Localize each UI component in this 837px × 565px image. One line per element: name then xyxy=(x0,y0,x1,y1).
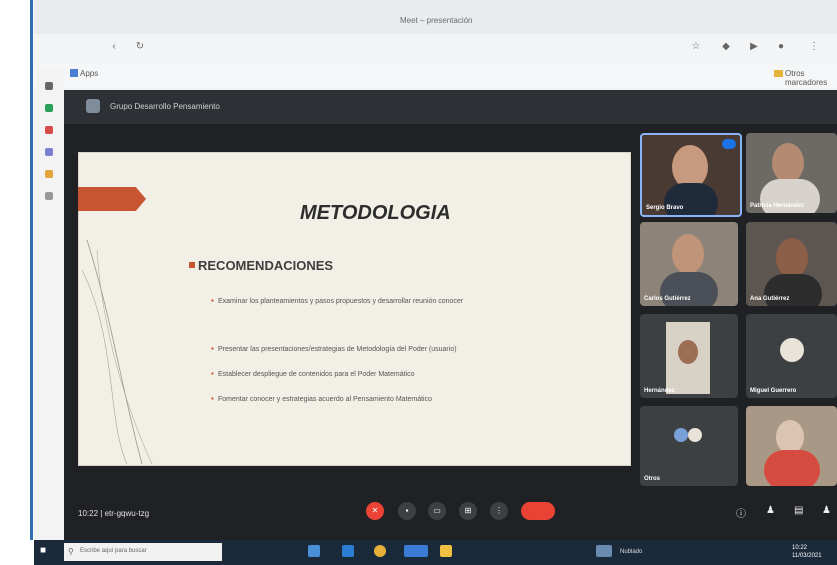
slide-bullet: Presentar las presentaciones/estrategias… xyxy=(218,346,457,353)
speaking-icon xyxy=(722,139,736,149)
slide-decoration xyxy=(82,240,153,464)
slide-bullet: Fomentar conocer y estrategias acuerdo a… xyxy=(218,396,432,403)
side-icon-strip xyxy=(36,70,64,540)
edge-icon[interactable] xyxy=(342,545,354,557)
taskbar-search-placeholder: Escribe aquí para buscar xyxy=(80,548,147,554)
bookmark-other[interactable]: Otros marcadores xyxy=(785,69,837,87)
url-field[interactable] xyxy=(190,44,350,52)
side-app-icon[interactable] xyxy=(45,126,53,134)
video-icon[interactable]: ▶ xyxy=(748,41,760,53)
apps-icon[interactable] xyxy=(70,69,78,77)
side-app-icon[interactable] xyxy=(45,148,53,156)
photo-edge-line xyxy=(30,0,33,540)
bookmarks-bar xyxy=(34,64,837,88)
browser-tab-title[interactable]: Meet – presentación xyxy=(400,16,473,25)
participant-tile[interactable]: Miguel Guerrero xyxy=(746,314,837,398)
participant-tile[interactable] xyxy=(746,406,837,486)
slide-subtitle: RECOMENDACIONES xyxy=(198,258,334,273)
weather-icon[interactable] xyxy=(596,545,612,557)
present-button[interactable]: ⊞ xyxy=(459,502,477,520)
search-icon: ⚲ xyxy=(68,547,74,556)
slide-bullet: Examinar los planteamientos y pasos prop… xyxy=(218,298,464,305)
task-view-icon[interactable] xyxy=(308,545,320,557)
explorer-icon[interactable] xyxy=(404,545,428,557)
participant-tile[interactable]: Sergio Bravo xyxy=(640,133,742,217)
weather-text: Nublado xyxy=(620,549,643,555)
slide-title: METODOLOGIA xyxy=(300,202,451,224)
back-icon[interactable]: ‹ xyxy=(108,41,120,53)
windows-start-icon[interactable]: ■ xyxy=(40,545,52,557)
star-icon[interactable]: ☆ xyxy=(690,41,702,53)
bullet-marker: ▪ xyxy=(211,344,214,353)
chrome-icon[interactable] xyxy=(374,545,386,557)
extension-icon[interactable]: ◆ xyxy=(720,41,732,53)
address-bar-area xyxy=(34,34,837,64)
activities-icon[interactable]: ♟ xyxy=(822,505,831,516)
end-call-button[interactable] xyxy=(521,502,555,520)
side-app-icon[interactable] xyxy=(45,192,53,200)
participant-name: Sergio Bravo xyxy=(646,205,684,211)
menu-icon[interactable]: ⋮ xyxy=(808,41,820,53)
chat-icon[interactable]: ▤ xyxy=(794,505,803,516)
meeting-time: 10:22 | etr-gqwu-tzg xyxy=(78,509,150,518)
participant-name: Miguel Guerrero xyxy=(750,388,797,394)
participant-tile[interactable]: Hernández xyxy=(640,314,738,398)
more-options-button[interactable]: ⋮ xyxy=(490,502,508,520)
participant-name: Carlos Gutiérrez xyxy=(644,296,691,302)
meeting-title: Grupo Desarrollo Pensamiento xyxy=(110,102,220,111)
participant-tile[interactable]: Carlos Gutiérrez xyxy=(640,222,738,306)
participant-tile[interactable]: Otros xyxy=(640,406,738,486)
bullet-marker: ▪ xyxy=(211,296,214,305)
participant-name: Patricia Hernández xyxy=(750,203,805,209)
participant-name: Ana Gutiérrez xyxy=(750,296,790,302)
photo-edge xyxy=(0,0,34,565)
presenter-icon xyxy=(86,99,100,113)
folder-icon xyxy=(774,70,783,77)
bookmark-apps[interactable]: Apps xyxy=(80,69,98,78)
slide-bullet: Establecer despliegue de contenidos para… xyxy=(218,371,415,378)
side-app-icon[interactable] xyxy=(45,170,53,178)
slide-accent-tab xyxy=(78,187,146,211)
participant-name: Hernández xyxy=(644,388,675,394)
folder-icon[interactable] xyxy=(440,545,452,557)
mic-off-button[interactable]: ✕ xyxy=(366,502,384,520)
reload-icon[interactable]: ↻ xyxy=(134,41,146,53)
bullet-marker: ▪ xyxy=(211,394,214,403)
participant-tile[interactable]: Patricia Hernández xyxy=(746,133,837,213)
people-icon[interactable]: ♟ xyxy=(766,505,775,516)
side-app-icon[interactable] xyxy=(45,82,53,90)
camera-button[interactable]: ▪ xyxy=(398,502,416,520)
taskbar-clock[interactable]: 10:22 11/03/2021 xyxy=(792,544,822,560)
side-app-icon[interactable] xyxy=(45,104,53,112)
captions-button[interactable]: ▭ xyxy=(428,502,446,520)
bullet-marker: ▪ xyxy=(211,369,214,378)
profile-icon[interactable]: ● xyxy=(775,41,787,53)
participant-tile[interactable]: Ana Gutiérrez xyxy=(746,222,837,306)
slide-subtitle-bullet xyxy=(189,262,195,268)
info-icon[interactable]: ⓘ xyxy=(736,505,746,520)
participant-name: Otros xyxy=(644,476,661,482)
meeting-control-bar xyxy=(64,490,837,540)
